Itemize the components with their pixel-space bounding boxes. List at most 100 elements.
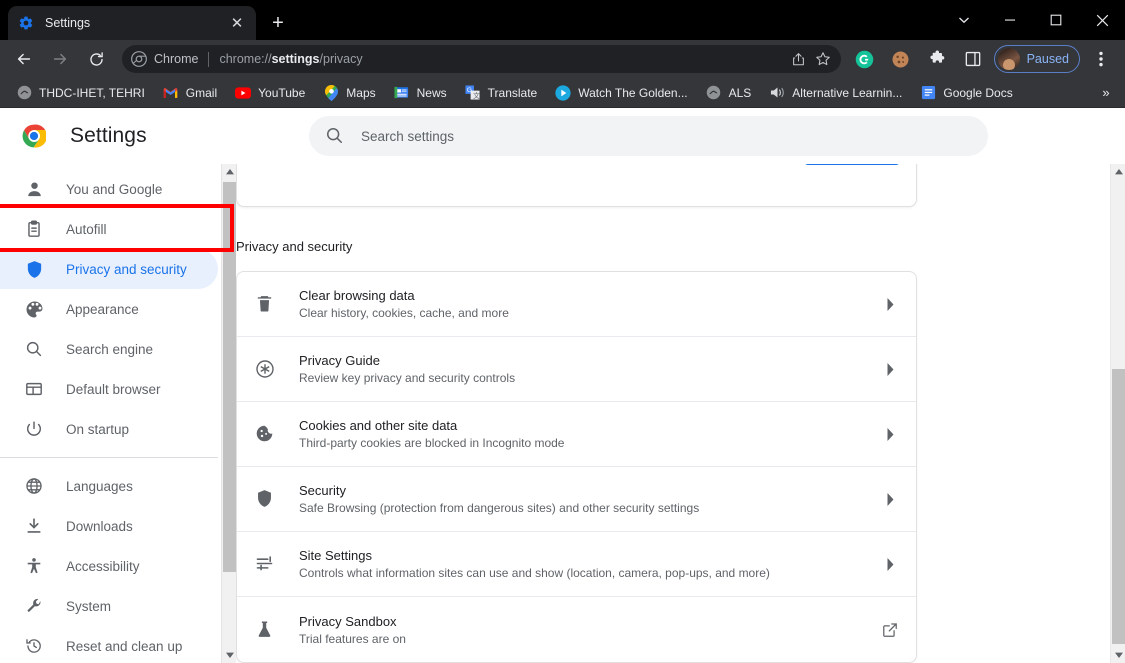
bookmark-item[interactable]: News bbox=[386, 82, 455, 104]
settings-body: You and Google Autofill Privacy and secu… bbox=[0, 164, 1125, 663]
maximize-icon[interactable] bbox=[1033, 0, 1079, 40]
check-now-button[interactable]: Check now bbox=[803, 164, 900, 165]
bookmarks-bar: THDC-IHET, TEHRI Gmail YouTube Maps News… bbox=[0, 78, 1125, 108]
row-title: Privacy Sandbox bbox=[299, 613, 397, 629]
omnibox[interactable]: Chrome chrome://settings/privacy bbox=[122, 45, 841, 73]
sidebar-item-label: Languages bbox=[66, 478, 133, 494]
settings-sidebar: You and Google Autofill Privacy and secu… bbox=[0, 164, 236, 663]
sidebar-item-accessibility[interactable]: Accessibility bbox=[0, 546, 218, 586]
sidebar-item-privacy-and-security[interactable]: Privacy and security bbox=[0, 249, 218, 289]
bookmark-item[interactable]: Gmail bbox=[155, 82, 225, 104]
chevron-right-icon[interactable] bbox=[880, 557, 900, 571]
profile-status-label: Paused bbox=[1026, 52, 1069, 66]
row-title: Security bbox=[299, 483, 346, 498]
omnibox-chip-label: Chrome bbox=[154, 52, 199, 66]
star-icon[interactable] bbox=[811, 47, 835, 71]
sidebar-item-you-and-google[interactable]: You and Google bbox=[0, 169, 218, 209]
sidebar-scrollbar-thumb[interactable] bbox=[223, 182, 236, 572]
tab-search-icon[interactable] bbox=[941, 0, 987, 40]
sidebar-item-search-engine[interactable]: Search engine bbox=[0, 329, 218, 369]
url-bold-part: settings bbox=[271, 52, 320, 66]
sidebar-item-reset-and-clean-up[interactable]: Reset and clean up bbox=[0, 626, 218, 663]
settings-row-text: Privacy Sandbox Trial features are on bbox=[299, 614, 880, 646]
sidebar-item-label: Downloads bbox=[66, 518, 133, 534]
settings-row-cookies-and-other-site-data[interactable]: Cookies and other site data Third-party … bbox=[237, 402, 916, 467]
scroll-up-arrow-icon[interactable] bbox=[222, 164, 236, 180]
external-link-icon[interactable] bbox=[880, 622, 900, 638]
close-icon[interactable]: ✕ bbox=[228, 14, 246, 32]
chevron-right-icon[interactable] bbox=[880, 297, 900, 311]
browser-tab-settings[interactable]: Settings ✕ bbox=[8, 6, 256, 40]
bookmark-label: YouTube bbox=[258, 85, 306, 100]
sidebar-item-autofill[interactable]: Autofill bbox=[0, 209, 218, 249]
sidebar-item-downloads[interactable]: Downloads bbox=[0, 506, 218, 546]
chevron-right-icon[interactable] bbox=[880, 362, 900, 376]
bookmark-item[interactable]: Alternative Learnin... bbox=[761, 82, 910, 104]
sidebar-item-on-startup[interactable]: On startup bbox=[0, 409, 218, 449]
scroll-down-arrow-icon[interactable] bbox=[222, 647, 236, 663]
safety-check-card[interactable]: Chrome can help keep you safe from data … bbox=[236, 164, 917, 207]
bookmark-item[interactable]: Maps bbox=[315, 82, 383, 104]
main-scrollbar-thumb[interactable] bbox=[1112, 369, 1125, 644]
settings-gear-icon bbox=[18, 15, 34, 31]
clipboard-icon bbox=[24, 219, 44, 239]
minimize-icon[interactable] bbox=[987, 0, 1033, 40]
docs-favicon bbox=[920, 85, 936, 101]
bookmark-item[interactable]: THDC-IHET, TEHRI bbox=[8, 82, 153, 104]
share-icon[interactable] bbox=[787, 47, 811, 71]
settings-row-privacy-guide[interactable]: Privacy Guide Review key privacy and sec… bbox=[237, 337, 916, 402]
side-panel-icon[interactable] bbox=[959, 45, 987, 73]
bookmarks-overflow-button[interactable]: » bbox=[1095, 82, 1117, 104]
sidebar-item-languages[interactable]: Languages bbox=[0, 466, 218, 506]
settings-page: Settings Search settings You and Google … bbox=[0, 108, 1125, 663]
chevron-right-icon[interactable] bbox=[880, 492, 900, 506]
search-settings-box[interactable]: Search settings bbox=[309, 116, 988, 156]
cookie-extension-icon[interactable] bbox=[887, 45, 915, 73]
settings-row-privacy-sandbox[interactable]: Privacy Sandbox Trial features are on bbox=[237, 597, 916, 662]
sidebar-scrollbar[interactable] bbox=[221, 164, 236, 663]
row-title: Site Settings bbox=[299, 548, 372, 563]
sidebar-item-label: System bbox=[66, 598, 112, 614]
bookmark-item[interactable]: ALS bbox=[698, 82, 760, 104]
sidebar-item-appearance[interactable]: Appearance bbox=[0, 289, 218, 329]
bookmark-item[interactable]: G文 Translate bbox=[457, 82, 546, 104]
omnibox-url[interactable]: chrome://settings/privacy bbox=[219, 52, 786, 66]
bookmark-label: Maps bbox=[346, 85, 376, 100]
search-icon bbox=[325, 126, 345, 146]
chevron-right-icon[interactable] bbox=[880, 427, 900, 441]
browser-toolbar: Chrome chrome://settings/privacy Paused bbox=[0, 40, 1125, 78]
three-dot-menu-icon[interactable] bbox=[1087, 45, 1115, 73]
scroll-up-arrow-icon[interactable] bbox=[1111, 164, 1125, 180]
translate-favicon: G文 bbox=[465, 85, 481, 101]
sidebar-item-label: Autofill bbox=[66, 221, 107, 237]
bookmark-item[interactable]: Google Docs bbox=[912, 82, 1020, 104]
settings-row-security[interactable]: Security Safe Browsing (protection from … bbox=[237, 467, 916, 532]
omnibox-divider bbox=[208, 51, 210, 67]
bookmark-label: Gmail bbox=[185, 85, 218, 100]
bookmark-item[interactable]: YouTube bbox=[227, 82, 313, 104]
extensions-puzzle-icon[interactable] bbox=[923, 45, 951, 73]
reload-icon[interactable] bbox=[82, 45, 110, 73]
forward-icon[interactable] bbox=[46, 45, 74, 73]
person-icon bbox=[24, 179, 44, 199]
bookmark-item[interactable]: Watch The Golden... bbox=[547, 82, 695, 104]
bookmark-label: ALS bbox=[728, 85, 752, 100]
settings-row-clear-browsing-data[interactable]: Clear browsing data Clear history, cooki… bbox=[237, 272, 916, 337]
main-scrollbar[interactable] bbox=[1110, 164, 1125, 663]
search-input-placeholder[interactable]: Search settings bbox=[361, 129, 454, 144]
settings-row-site-settings[interactable]: Site Settings Controls what information … bbox=[237, 532, 916, 597]
scroll-down-arrow-icon[interactable] bbox=[1111, 647, 1125, 663]
search-icon bbox=[24, 339, 44, 359]
grammarly-extension-icon[interactable] bbox=[851, 45, 879, 73]
row-title: Privacy Guide bbox=[299, 353, 380, 368]
sidebar-item-default-browser[interactable]: Default browser bbox=[0, 369, 218, 409]
maps-favicon bbox=[323, 84, 339, 101]
omnibox-chrome-chip: Chrome bbox=[131, 51, 198, 67]
sidebar-item-system[interactable]: System bbox=[0, 586, 218, 626]
accessibility-icon bbox=[24, 556, 44, 576]
gmail-favicon bbox=[163, 85, 179, 101]
close-window-icon[interactable] bbox=[1079, 0, 1125, 40]
profile-button[interactable]: Paused bbox=[993, 45, 1080, 73]
new-tab-button[interactable]: + bbox=[264, 9, 292, 37]
back-icon[interactable] bbox=[10, 45, 38, 73]
